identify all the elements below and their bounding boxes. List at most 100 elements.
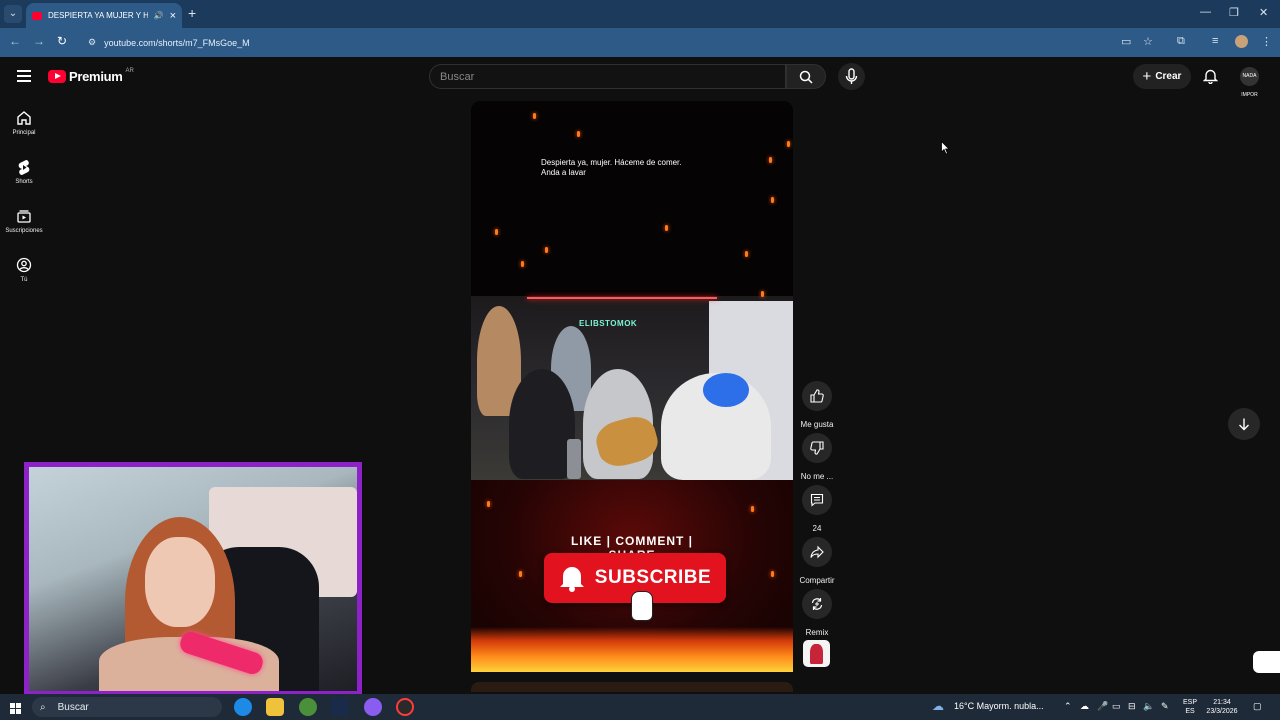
mouse-cursor-icon <box>941 140 951 160</box>
minimize-icon[interactable]: — <box>1200 6 1211 18</box>
tray-chevron-icon[interactable]: ⌃ <box>1064 701 1072 712</box>
address-bar[interactable]: ⚙ youtube.com/shorts/m7_FMsGoe_M <box>80 32 1168 53</box>
thumbs-down-icon <box>810 441 824 455</box>
taskbar-search[interactable]: ⌕ Buscar <box>32 697 222 717</box>
tray-pen-icon[interactable]: ✎ <box>1161 701 1169 712</box>
search-button[interactable] <box>786 64 826 89</box>
sound-artist-figure <box>810 644 823 664</box>
forward-arrow-icon[interactable]: → <box>33 34 45 48</box>
chrome-menu-icon[interactable]: ⋮ <box>1261 35 1272 48</box>
bell-icon <box>1202 69 1219 85</box>
guide-item-shorts[interactable]: Shorts <box>0 157 48 185</box>
tab-title: DESPIERTA YA MUJER Y HA <box>48 11 148 20</box>
media-control-icon[interactable]: ≡ <box>1212 35 1218 47</box>
next-short-button[interactable] <box>1228 408 1260 440</box>
obs-app-icon[interactable] <box>396 698 414 716</box>
new-tab-button[interactable]: + <box>188 5 196 21</box>
flames-graphic <box>471 627 793 672</box>
windows-start-icon[interactable] <box>10 701 21 719</box>
discord-app-icon[interactable] <box>364 698 382 716</box>
neon-light <box>527 297 717 299</box>
reload-icon[interactable]: ↻ <box>57 34 67 48</box>
tab-search-button[interactable]: ⌄ <box>4 5 22 23</box>
search-icon <box>799 70 813 84</box>
guide-item-subscriptions[interactable]: Suscripciones <box>0 206 48 234</box>
ember <box>745 251 748 257</box>
tray-display-icon[interactable]: ▭ <box>1112 701 1121 712</box>
voice-search-button[interactable] <box>838 63 865 90</box>
tray-volume-icon[interactable]: 🔈 <box>1143 701 1154 712</box>
create-button[interactable]: + Crear <box>1133 64 1191 89</box>
ember <box>771 197 774 203</box>
like-button[interactable]: Me gusta <box>800 381 834 429</box>
clock-time: 21:34 <box>1213 699 1231 706</box>
thumbs-up-icon <box>810 389 824 403</box>
guide-item-you[interactable]: Tú <box>0 255 48 283</box>
share-button[interactable]: Compartir <box>799 537 835 585</box>
caption-line: Anda a lavar <box>541 168 586 177</box>
language-indicator[interactable]: ESP ES <box>1180 698 1200 716</box>
back-arrow-icon[interactable]: ← <box>9 34 21 48</box>
window-close-icon[interactable]: ✕ <box>1259 6 1268 19</box>
ember <box>519 571 522 577</box>
youtube-favicon-icon <box>32 11 42 20</box>
shorts-video-player[interactable]: ELIBSTOMOK Despierta ya, mujer. Háceme d… <box>471 101 793 672</box>
taskbar-search-label: Buscar <box>57 701 89 713</box>
tray-mic-icon[interactable]: 🎤 <box>1097 701 1108 712</box>
url-text: youtube.com/shorts/m7_FMsGoe_M <box>104 37 250 48</box>
microphone-icon <box>845 68 858 84</box>
profile-avatar[interactable] <box>1235 35 1248 48</box>
bell-icon <box>559 567 584 592</box>
tray-app-icon[interactable]: ☁ <box>1080 701 1089 712</box>
tray-network-icon[interactable]: ⊟ <box>1128 701 1136 712</box>
ember <box>521 261 524 267</box>
speaker-icon[interactable]: 🔊 <box>154 11 164 20</box>
youtube-premium-logo[interactable]: Premium AR <box>48 68 134 84</box>
install-app-icon[interactable]: ▭ <box>1121 35 1131 48</box>
remix-button[interactable]: Remix <box>800 589 834 637</box>
video-caption: Despierta ya, mujer. Háceme de comer. An… <box>541 158 731 178</box>
extensions-icon[interactable]: ⧉ <box>1177 35 1185 48</box>
scene-person-hair <box>703 373 749 407</box>
ember <box>533 113 536 119</box>
create-label: Crear <box>1155 71 1182 82</box>
file-explorer-icon[interactable] <box>266 698 284 716</box>
tab-close-icon[interactable]: × <box>170 10 176 22</box>
steam-app-icon[interactable] <box>331 698 349 716</box>
comments-button[interactable]: 24 <box>800 485 834 533</box>
weather-icon: ☁ <box>932 699 944 713</box>
clock-date: 23/3/2026 <box>1206 708 1238 715</box>
ember <box>495 229 498 235</box>
action-label: Remix <box>805 628 829 637</box>
you-icon <box>16 257 32 273</box>
bookmark-star-icon[interactable]: ☆ <box>1143 35 1153 48</box>
arrow-down-icon <box>1239 418 1249 431</box>
guide-label: Suscripciones <box>5 228 43 234</box>
chrome-app-icon[interactable] <box>299 698 317 716</box>
guide-item-principal[interactable]: Principal <box>0 108 48 136</box>
notification-center-icon[interactable]: ▢ <box>1253 701 1262 712</box>
clock[interactable]: 21:34 23/3/2026 <box>1204 698 1240 716</box>
weather-text[interactable]: 16°C Mayorm. nubla... <box>954 701 1044 711</box>
restore-icon[interactable]: ❐ <box>1229 6 1239 19</box>
search-input[interactable]: Buscar <box>429 64 786 89</box>
edge-app-icon[interactable] <box>234 698 252 716</box>
action-label: Me gusta <box>800 420 834 429</box>
search-icon: ⌕ <box>40 701 46 713</box>
share-icon <box>810 545 824 559</box>
next-short-preview[interactable] <box>471 682 793 692</box>
guide-label: Shorts <box>15 179 33 185</box>
sound-thumbnail[interactable] <box>803 640 830 667</box>
action-label: Compartir <box>799 576 835 585</box>
notifications-button[interactable] <box>1202 68 1219 89</box>
ember <box>487 501 490 507</box>
dislike-button[interactable]: No me ... <box>800 433 834 481</box>
comment-icon <box>810 493 824 507</box>
ember <box>771 571 774 577</box>
guide-menu-icon[interactable] <box>17 70 31 85</box>
browser-tab-active[interactable]: DESPIERTA YA MUJER Y HA 🔊 × <box>26 3 182 28</box>
copilot-edge-icon[interactable] <box>1253 651 1280 673</box>
site-info-icon[interactable]: ⚙ <box>88 37 96 48</box>
account-avatar[interactable]: NADA IMPOR <box>1240 67 1259 98</box>
caption-line: Despierta ya, mujer. Háceme de comer. <box>541 158 682 167</box>
